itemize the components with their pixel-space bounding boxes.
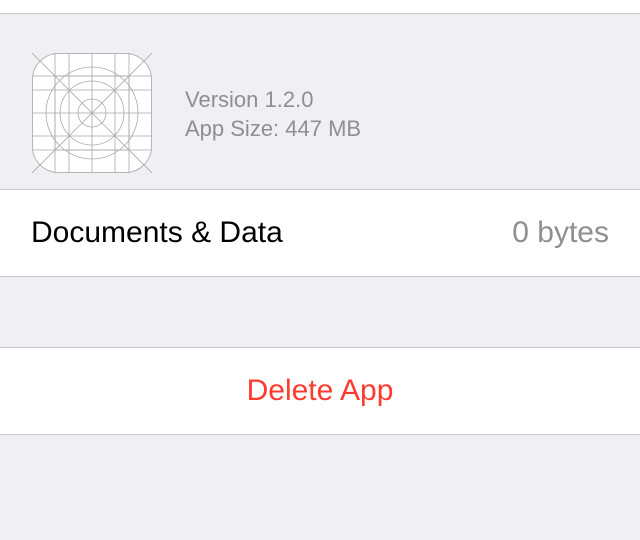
app-meta: Version 1.2.0 App Size: 447 MB [185, 85, 361, 143]
app-size: App Size: 447 MB [185, 116, 362, 141]
app-version: Version 1.2.0 [185, 87, 314, 112]
app-icon [32, 53, 152, 173]
documents-data-row: Documents & Data 0 bytes [0, 189, 640, 277]
app-info-header: Version 1.2.0 App Size: 447 MB [0, 14, 640, 189]
documents-data-label: Documents & Data [31, 216, 283, 249]
documents-data-value: 0 bytes [512, 216, 609, 249]
delete-app-label: Delete App [246, 374, 394, 407]
delete-app-button[interactable]: Delete App [0, 347, 640, 435]
previous-cell [0, 0, 640, 14]
